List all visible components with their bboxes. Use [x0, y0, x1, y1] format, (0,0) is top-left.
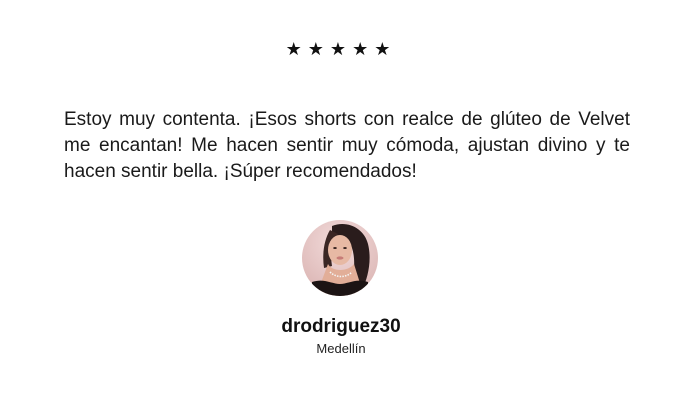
star-icon: ★ — [329, 39, 353, 59]
review-text: Estoy muy contenta. ¡Esos shorts con rea… — [64, 109, 630, 182]
star-rating: ★★★★★ — [0, 38, 682, 60]
author-city: Medellín — [316, 341, 366, 356]
testimonial-card: ★★★★★ Estoy muy contenta. ¡Esos shorts c… — [0, 0, 682, 404]
star-icon: ★ — [285, 39, 308, 59]
avatar — [302, 220, 378, 296]
user-photo-icon — [302, 220, 378, 296]
author-username: drodriguez30 — [281, 316, 401, 337]
star-icon: ★ — [374, 39, 397, 59]
star-icon: ★ — [352, 39, 375, 59]
star-icon: ★ — [307, 39, 330, 59]
